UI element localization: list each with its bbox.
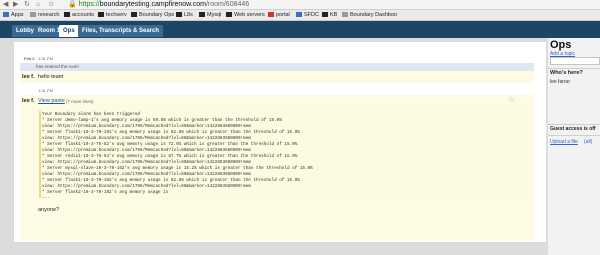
enter-notice-row: has entered the room — [20, 63, 534, 71]
room-tab-bar: Lobby Room 1 Ops Files, Transcripts & Se… — [0, 21, 600, 38]
bookmark-l8s[interactable]: L8s — [176, 10, 193, 20]
bookmark-kb[interactable]: KB — [322, 10, 337, 20]
bookmark-icon — [64, 12, 70, 17]
bookmark-sfdc[interactable]: SFDC — [296, 10, 319, 20]
divider — [548, 135, 600, 136]
user-list-item: lee farrar — [550, 79, 571, 85]
paste-line: * Server mysql-slave-10-3-70-162's avg m… — [42, 166, 313, 171]
view-paste-link[interactable]: View paste — [38, 98, 65, 104]
bookmark-icon — [98, 12, 104, 17]
folder-icon — [30, 12, 36, 17]
guest-access-status: Guest access is off — [550, 126, 596, 132]
paste-line: view: https://premium.boundary.com/1796/… — [42, 172, 251, 177]
bookmark-icon — [322, 12, 328, 17]
divider — [548, 68, 600, 69]
paste-line: view: https://premium.boundary.com/1796/… — [42, 124, 251, 129]
timestamp-row: 1:31 PM — [20, 86, 534, 94]
paste-line: * Server flask2-10-3-70-192's avg memory… — [42, 190, 169, 195]
bookmark-accounts[interactable]: accounts — [64, 10, 94, 20]
paste-content: Your Boundary alarm has been triggered *… — [39, 111, 521, 200]
bookmark-apps[interactable]: Apps — [3, 10, 24, 20]
bookmark-star-icon[interactable]: ☆ — [48, 0, 54, 9]
paste-line: ... — [42, 195, 50, 200]
bookmark-icon — [176, 12, 182, 17]
url-host: boundarytesting.campfirenow.com — [99, 1, 206, 8]
message-author: lee f. — [22, 98, 35, 104]
bookmark-research[interactable]: research — [30, 10, 59, 20]
bookmark-icon — [226, 12, 232, 17]
date-row: Feb 2 1:31 PM — [20, 54, 534, 62]
date-label: Feb 2 — [24, 56, 35, 61]
home-icon[interactable]: ⌂ — [36, 0, 40, 9]
back-icon[interactable]: ◀ — [3, 0, 8, 9]
paste-line: * Server redis1-10-3-76-54's avg memory … — [42, 154, 298, 159]
message-text: hello team — [38, 74, 64, 80]
bookmark-boundary-dashboard[interactable]: Boundary Dashboo — [342, 10, 397, 20]
paste-line: view: https://premium.boundary.com/1796/… — [42, 148, 251, 153]
bookmark-portal[interactable]: portal — [268, 10, 290, 20]
upload-extra[interactable]: (all) — [584, 139, 592, 145]
bookmark-icon — [199, 12, 205, 17]
timestamp: 1:31 PM — [38, 88, 53, 93]
upload-file-link[interactable]: Upload a file — [550, 139, 578, 145]
reload-icon[interactable]: ↻ — [24, 0, 30, 9]
message-author: lee f. — [22, 74, 35, 80]
lock-icon: 🔒 — [68, 1, 77, 8]
paste-line: view: https://premium.boundary.com/1796/… — [42, 160, 251, 165]
paste-line: Your Boundary alarm has been triggered — [42, 112, 140, 117]
paste-line: view: https://premium.boundary.com/1796/… — [42, 184, 251, 189]
message-row: lee f. hello team — [20, 71, 534, 83]
bookmark-web-servers[interactable]: Web servers — [226, 10, 265, 20]
paste-line: view: https://premium.boundary.com/1796/… — [42, 136, 251, 141]
paste-line: * Server flask1-10-3-70-162's avg memory… — [42, 178, 300, 183]
bookmarks-bar: Apps research accounts techserv Boundary… — [0, 10, 600, 21]
url-text[interactable]: 🔒 https://boundarytesting.campfirenow.com… — [68, 0, 249, 9]
message-row: anyone? — [20, 204, 534, 216]
tab-files-transcripts-search[interactable]: Files, Transcripts & Search — [78, 25, 164, 37]
room-sidebar: Ops Add a topic Who's here? lee farrar G… — [548, 38, 600, 255]
star-icon[interactable]: ☆ — [508, 95, 515, 104]
bookmark-icon — [268, 12, 274, 17]
timestamp: 1:31 PM — [38, 56, 53, 61]
whos-here-heading: Who's here? — [550, 70, 583, 76]
bookmark-icon — [296, 12, 302, 17]
paste-more-lines: (7 more lines) — [66, 98, 94, 104]
bookmark-icon — [342, 12, 348, 17]
url-path: /room/608446 — [205, 1, 250, 8]
address-bar[interactable]: ◀ ▶ ↻ ⌂ ☆ 🔒 https://boundarytesting.campf… — [0, 0, 600, 10]
message-text: anyone? — [38, 207, 60, 213]
bookmark-boundary-ops[interactable]: Boundary Ops — [131, 10, 174, 20]
paste-line: * Server flask1-10-3-75-82's avg memory … — [42, 142, 298, 147]
bookmark-mysql[interactable]: Mysql — [199, 10, 221, 20]
bookmark-techserv[interactable]: techserv — [98, 10, 127, 20]
paste-line: * Server flask1-10-3-70-191's avg memory… — [42, 130, 300, 135]
apps-grid-icon — [3, 12, 9, 17]
enter-notice: has entered the room — [36, 64, 79, 69]
browser-chrome: ◀ ▶ ↻ ⌂ ☆ 🔒 https://boundarytesting.campf… — [0, 0, 600, 21]
paste-line: * Server demo-lamp-1's avg memory usage … — [42, 118, 282, 123]
chat-transcript: Feb 2 1:31 PM has entered the room lee f… — [14, 42, 546, 242]
url-scheme: https:// — [78, 1, 100, 8]
bookmark-icon — [131, 12, 137, 17]
forward-icon[interactable]: ▶ — [13, 0, 18, 9]
tab-ops[interactable]: Ops — [59, 25, 79, 37]
room-name: Ops — [550, 39, 572, 51]
topic-input[interactable] — [550, 57, 600, 65]
divider — [548, 124, 600, 125]
